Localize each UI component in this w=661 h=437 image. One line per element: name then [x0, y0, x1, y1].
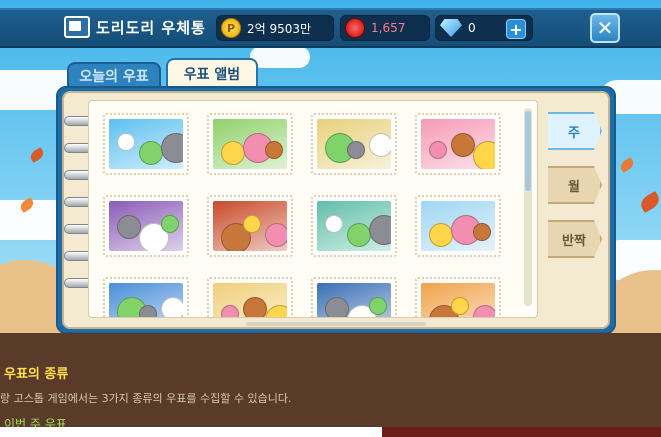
character-figure — [473, 141, 495, 169]
stamp-artwork — [109, 283, 183, 317]
stamp-artwork — [213, 283, 287, 317]
red-gem-icon — [345, 18, 365, 38]
stamp-item[interactable] — [311, 277, 397, 317]
stamp-item[interactable] — [103, 195, 189, 257]
coin-icon: P — [221, 18, 241, 38]
character-figure — [221, 141, 245, 165]
stamp-item[interactable] — [311, 113, 397, 175]
leaf-icon — [637, 190, 661, 214]
stamp-artwork — [109, 119, 183, 169]
character-figure — [347, 223, 371, 247]
stamp-artwork — [421, 119, 495, 169]
character-figure — [243, 297, 267, 317]
diamond-value: 0 — [468, 21, 476, 35]
close-button[interactable]: ✕ — [590, 13, 620, 43]
character-figure — [265, 223, 287, 247]
add-diamond-button[interactable]: + — [506, 19, 526, 39]
leaf-icon — [28, 147, 46, 163]
stamp-artwork — [109, 201, 183, 251]
stamp-item[interactable] — [415, 277, 501, 317]
stamp-item[interactable] — [415, 195, 501, 257]
bottom-banner — [382, 427, 661, 437]
stamp-item[interactable] — [207, 195, 293, 257]
stamp-artwork — [421, 201, 495, 251]
character-figure — [451, 297, 469, 315]
side-tab-sparkle[interactable]: 반짝 — [548, 220, 602, 258]
page-indicator — [246, 322, 426, 326]
info-panel: 우표의 종류 랑 고스톱 게임에서는 3가지 종류의 우표를 수집할 수 있습니… — [0, 333, 661, 431]
stamp-artwork — [317, 119, 391, 169]
diamond-icon — [440, 19, 462, 37]
character-figure — [139, 305, 157, 317]
side-tab-month[interactable]: 월 — [548, 166, 602, 204]
album-page — [88, 100, 538, 318]
title-group: 도리도리 우체통 — [64, 16, 206, 38]
stamp-item[interactable] — [103, 277, 189, 317]
side-tab-week[interactable]: 주 — [548, 112, 602, 150]
character-figure — [347, 141, 365, 159]
scrollbar-thumb[interactable] — [525, 111, 531, 191]
character-figure — [429, 141, 447, 159]
character-figure — [369, 297, 387, 315]
character-figure — [451, 133, 475, 157]
character-figure — [429, 223, 453, 247]
character-figure — [139, 141, 163, 165]
character-figure — [161, 297, 183, 317]
character-figure — [221, 305, 239, 317]
info-description: 랑 고스톱 게임에서는 3가지 종류의 우표를 수집할 수 있습니다. — [0, 392, 292, 405]
character-figure — [243, 215, 261, 233]
stamp-artwork — [317, 201, 391, 251]
character-figure — [369, 215, 391, 245]
coin-value: 2억 9503만 — [247, 21, 312, 36]
leaf-icon — [618, 157, 636, 173]
stamp-item[interactable] — [207, 277, 293, 317]
stamp-item[interactable] — [103, 113, 189, 175]
character-figure — [265, 305, 287, 317]
character-figure — [161, 133, 183, 163]
character-figure — [325, 297, 349, 317]
stamp-item[interactable] — [311, 195, 397, 257]
character-figure — [117, 133, 135, 151]
tab-today-stamp[interactable]: 오늘의 우표 — [67, 62, 161, 88]
page-title: 도리도리 우체통 — [96, 18, 206, 37]
character-figure — [117, 215, 141, 239]
coin-counter: P 2억 9503만 — [216, 15, 334, 41]
character-figure — [473, 305, 495, 317]
stamp-artwork — [213, 119, 287, 169]
cloud — [250, 46, 310, 68]
character-figure — [369, 133, 391, 157]
character-figure — [265, 141, 283, 159]
gem-value: 1,657 — [371, 21, 406, 35]
stamp-icon — [64, 16, 90, 38]
tab-stamp-album[interactable]: 우표 앨범 — [166, 58, 258, 88]
character-figure — [161, 215, 179, 233]
gem-counter: 1,657 — [340, 15, 430, 41]
diamond-counter: 0 + — [435, 15, 533, 41]
info-title: 우표의 종류 — [4, 367, 69, 382]
character-figure — [325, 215, 343, 233]
stamp-artwork — [213, 201, 287, 251]
character-figure — [473, 223, 491, 241]
stamp-artwork — [317, 283, 391, 317]
stamp-item[interactable] — [207, 113, 293, 175]
stamp-item[interactable] — [415, 113, 501, 175]
stamp-artwork — [421, 283, 495, 317]
